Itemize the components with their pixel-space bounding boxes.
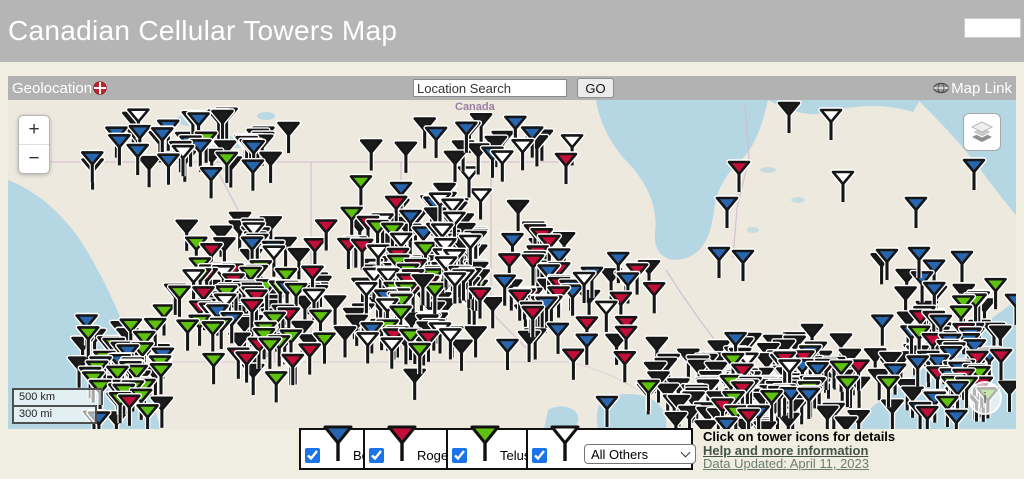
tower-marker[interactable]	[615, 352, 635, 382]
tower-legend: Bell Rogers Telus All Others	[299, 428, 693, 470]
tower-marker[interactable]	[1006, 295, 1016, 325]
help-link[interactable]: Help and more information	[703, 444, 895, 458]
legend-item-rogers: Rogers	[365, 428, 448, 470]
page-title: Canadian Cellular Towers Map	[0, 0, 1024, 47]
go-button[interactable]: GO	[577, 78, 614, 98]
globe-icon	[933, 82, 949, 94]
tower-marker[interactable]	[139, 157, 159, 187]
map-toolbar: Geolocation GO Map Link	[8, 76, 1016, 100]
tower-marker[interactable]	[833, 172, 853, 202]
all-others-select[interactable]: All Others	[584, 444, 696, 464]
tower-marker[interactable]	[109, 135, 129, 165]
legend-item-bell: Bell	[299, 428, 365, 470]
scale-mi: 300 mi	[12, 405, 97, 424]
details-note: Click on tower icons for details	[703, 430, 895, 444]
tower-marker[interactable]	[821, 110, 841, 140]
tower-marker[interactable]	[964, 160, 984, 190]
zoom-control: + −	[18, 115, 50, 174]
tower-marker[interactable]	[644, 283, 664, 313]
tower-marker[interactable]	[991, 350, 1011, 380]
tower-marker[interactable]	[882, 401, 902, 429]
location-search-input[interactable]	[413, 79, 567, 97]
bell-checkbox[interactable]	[305, 448, 320, 463]
layers-control[interactable]	[963, 113, 1001, 151]
rogers-tower-icon	[387, 424, 417, 464]
tower-marker[interactable]	[201, 168, 221, 198]
all-others-checkbox[interactable]	[532, 448, 547, 463]
tower-marker[interactable]	[266, 372, 286, 402]
tower-marker[interactable]	[563, 350, 583, 380]
tower-marker[interactable]	[709, 248, 729, 278]
tower-marker[interactable]	[178, 321, 198, 351]
legend-item-telus: Telus	[448, 428, 528, 470]
info-button[interactable]: i	[968, 381, 1002, 415]
tower-marker[interactable]	[836, 418, 856, 429]
telus-checkbox[interactable]	[452, 448, 467, 463]
map-canvas[interactable]: Canada + − 500 km 300 mi i	[8, 100, 1016, 429]
tower-markers-layer[interactable]	[8, 100, 1016, 429]
scale-km: 500 km	[12, 388, 103, 405]
header: Canadian Cellular Towers Map	[0, 0, 1024, 62]
tower-marker[interactable]	[396, 143, 416, 173]
telus-label: Telus	[500, 448, 530, 463]
tower-marker[interactable]	[405, 370, 425, 400]
legend-item-all-others: All Others	[528, 428, 693, 470]
tower-marker[interactable]	[243, 161, 263, 191]
layers-icon	[970, 121, 994, 143]
map-link[interactable]: Map Link	[933, 76, 1012, 100]
tower-marker[interactable]	[872, 316, 892, 346]
tower-marker[interactable]	[729, 162, 749, 192]
tower-marker[interactable]	[696, 421, 716, 429]
tower-marker[interactable]	[639, 381, 659, 411]
header-search-box[interactable]	[964, 18, 1021, 38]
tower-marker[interactable]	[952, 252, 972, 282]
scale-control: 500 km 300 mi	[12, 388, 103, 424]
bell-tower-icon	[323, 424, 353, 464]
all-others-tower-icon	[550, 424, 580, 464]
tower-marker[interactable]	[483, 298, 503, 328]
tower-marker[interactable]	[358, 333, 378, 363]
tower-marker[interactable]	[335, 327, 355, 357]
tower-marker[interactable]	[556, 154, 576, 184]
geolocation-button[interactable]: Geolocation	[12, 76, 107, 100]
data-updated-link[interactable]: Data Updated: April 11, 2023	[703, 457, 895, 471]
tower-marker[interactable]	[261, 153, 281, 183]
tower-marker[interactable]	[717, 198, 737, 228]
tower-marker[interactable]	[779, 103, 799, 133]
geolocation-label: Geolocation	[12, 80, 92, 97]
zoom-in-button[interactable]: +	[19, 116, 49, 144]
zoom-out-button[interactable]: −	[19, 144, 49, 173]
tower-marker[interactable]	[170, 287, 190, 317]
tower-marker[interactable]	[279, 123, 299, 153]
telus-tower-icon	[470, 424, 500, 464]
tower-marker[interactable]	[666, 413, 686, 429]
rogers-checkbox[interactable]	[369, 448, 384, 463]
geolocation-crosshair-icon	[93, 81, 107, 95]
tower-marker[interactable]	[159, 155, 179, 185]
map-link-label: Map Link	[951, 80, 1012, 97]
tower-marker[interactable]	[733, 251, 753, 281]
tower-marker[interactable]	[597, 397, 617, 427]
footer-notes: Click on tower icons for details Help an…	[703, 430, 895, 471]
tower-marker[interactable]	[906, 198, 926, 228]
tower-marker[interactable]	[361, 141, 381, 171]
tower-marker[interactable]	[498, 340, 518, 370]
page: Canadian Cellular Towers Map Geolocation…	[0, 0, 1024, 479]
tower-marker[interactable]	[351, 176, 371, 206]
tower-marker[interactable]	[204, 354, 224, 384]
all-others-select-wrap: All Others	[584, 444, 696, 464]
